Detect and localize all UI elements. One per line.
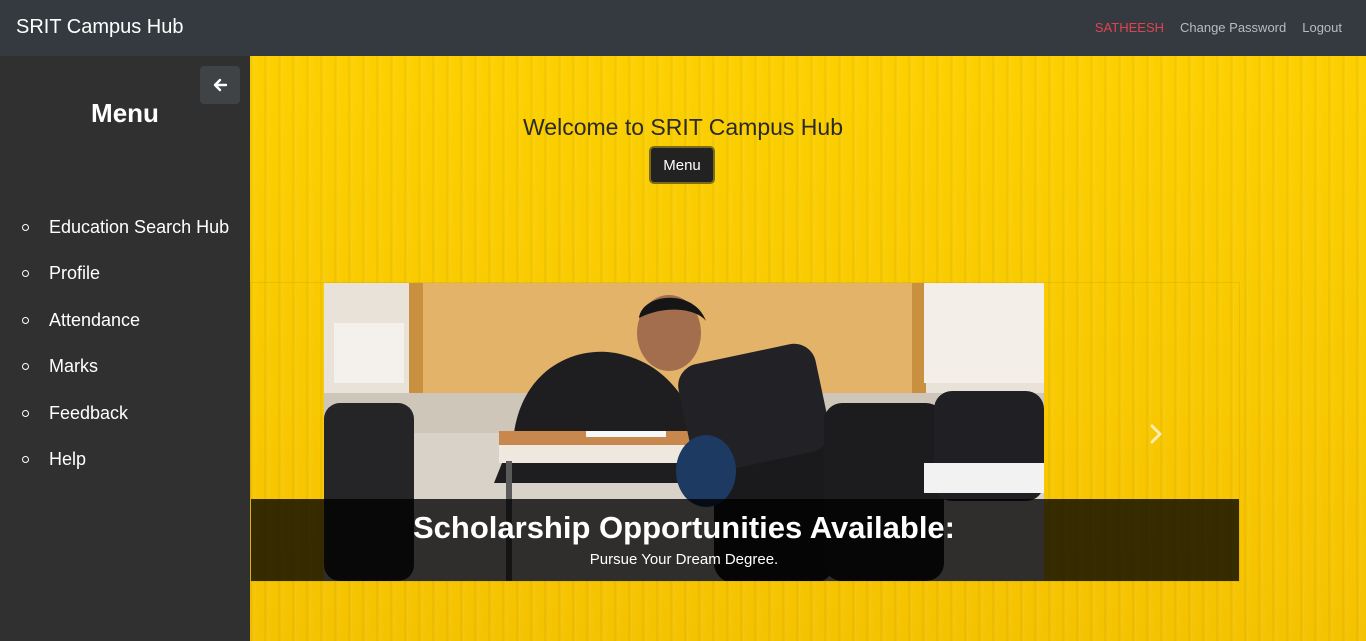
bullet-icon: [22, 409, 29, 417]
carousel-next-button[interactable]: [1144, 420, 1168, 448]
bullet-icon: [22, 456, 29, 464]
arrow-left-icon: [213, 78, 228, 92]
sidebar-item-education-search-hub[interactable]: Education Search Hub: [0, 204, 229, 251]
sidebar-item-attendance[interactable]: Attendance: [0, 297, 229, 344]
chevron-right-icon: [1150, 424, 1162, 444]
main-content: Welcome to SRIT Campus Hub Menu Scholars…: [250, 56, 1366, 641]
sidebar-item-label: Profile: [49, 263, 101, 284]
logout-link[interactable]: Logout: [1302, 20, 1342, 35]
sidebar-item-label: Marks: [49, 356, 98, 377]
top-navbar: SRIT Campus Hub SATHEESH Change Password…: [0, 0, 1366, 56]
carousel: Scholarship Opportunities Available: Pur…: [250, 282, 1240, 582]
welcome-section: Welcome to SRIT Campus Hub: [250, 114, 1116, 141]
sidebar-item-feedback[interactable]: Feedback: [0, 390, 229, 437]
bullet-icon: [22, 316, 29, 324]
sidebar-item-label: Feedback: [49, 402, 129, 423]
user-name-link[interactable]: SATHEESH: [1095, 20, 1164, 35]
bullet-icon: [22, 270, 29, 278]
carousel-caption-subtitle: Pursue Your Dream Degree.: [589, 551, 779, 568]
navbar-links: SATHEESH Change Password Logout: [1095, 20, 1342, 35]
welcome-heading: Welcome to SRIT Campus Hub: [523, 114, 843, 140]
change-password-link[interactable]: Change Password: [1180, 20, 1286, 35]
sidebar-title: Menu: [91, 98, 159, 128]
sidebar-menu-list: Education Search Hub Profile Attendance …: [0, 204, 229, 483]
menu-button[interactable]: Menu: [649, 146, 715, 184]
brand-title[interactable]: SRIT Campus Hub: [16, 16, 183, 39]
sidebar-item-marks[interactable]: Marks: [0, 344, 229, 391]
bullet-icon: [22, 223, 29, 231]
sidebar-item-label: Help: [49, 449, 87, 470]
sidebar: Menu Education Search Hub Profile Attend…: [0, 56, 250, 641]
sidebar-item-label: Attendance: [49, 309, 141, 330]
sidebar-item-profile[interactable]: Profile: [0, 251, 229, 298]
sidebar-item-label: Education Search Hub: [49, 216, 230, 237]
sidebar-item-help[interactable]: Help: [0, 437, 229, 484]
carousel-caption-title: Scholarship Opportunities Available:: [412, 510, 955, 545]
bullet-icon: [22, 363, 29, 371]
